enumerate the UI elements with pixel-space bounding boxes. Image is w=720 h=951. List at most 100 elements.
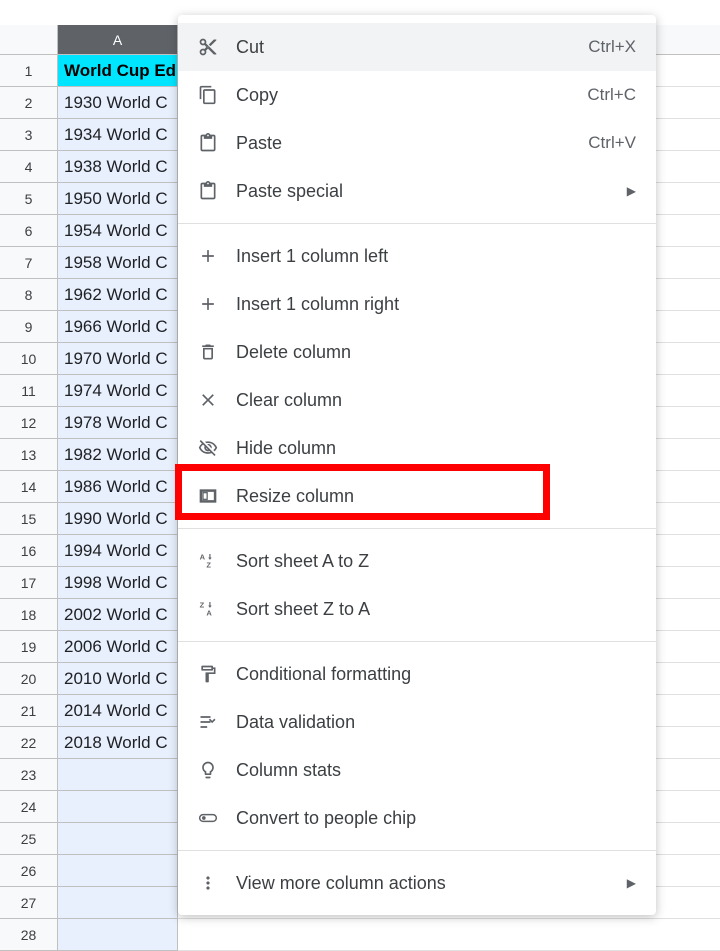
cell[interactable] bbox=[58, 855, 178, 887]
row-header[interactable]: 5 bbox=[0, 183, 58, 215]
cell[interactable]: 1966 World C bbox=[58, 311, 178, 343]
data-validation-icon bbox=[198, 712, 230, 732]
menu-more-column-actions[interactable]: View more column actions ▶ bbox=[178, 859, 656, 907]
menu-column-stats[interactable]: Column stats bbox=[178, 746, 656, 794]
menu-convert-people-chip[interactable]: Convert to people chip bbox=[178, 794, 656, 842]
svg-text:Z: Z bbox=[206, 561, 211, 570]
row-header[interactable]: 9 bbox=[0, 311, 58, 343]
row-header[interactable]: 20 bbox=[0, 663, 58, 695]
svg-text:A: A bbox=[206, 609, 212, 618]
cell[interactable]: 2010 World C bbox=[58, 663, 178, 695]
cell[interactable]: 1974 World C bbox=[58, 375, 178, 407]
row-header[interactable]: 23 bbox=[0, 759, 58, 791]
cell[interactable]: 1962 World C bbox=[58, 279, 178, 311]
menu-shortcut: Ctrl+X bbox=[588, 37, 636, 57]
cell[interactable]: 2018 World C bbox=[58, 727, 178, 759]
menu-paste-special[interactable]: Paste special ▶ bbox=[178, 167, 656, 215]
row-header[interactable]: 16 bbox=[0, 535, 58, 567]
cell-header[interactable]: World Cup Ed bbox=[58, 55, 178, 87]
menu-divider bbox=[178, 641, 656, 642]
menu-sort-az[interactable]: AZ Sort sheet A to Z bbox=[178, 537, 656, 585]
menu-delete-column[interactable]: Delete column bbox=[178, 328, 656, 376]
row-header[interactable]: 14 bbox=[0, 471, 58, 503]
lightbulb-icon bbox=[198, 760, 230, 780]
menu-resize-column[interactable]: Resize column bbox=[178, 472, 656, 520]
table-row: 28 bbox=[0, 919, 720, 951]
cell[interactable]: 1934 World C bbox=[58, 119, 178, 151]
cell[interactable]: 1954 World C bbox=[58, 215, 178, 247]
cell[interactable]: 2002 World C bbox=[58, 599, 178, 631]
cell[interactable]: 2006 World C bbox=[58, 631, 178, 663]
menu-copy[interactable]: Copy Ctrl+C bbox=[178, 71, 656, 119]
row-header[interactable]: 24 bbox=[0, 791, 58, 823]
row-header[interactable]: 22 bbox=[0, 727, 58, 759]
menu-hide-column[interactable]: Hide column bbox=[178, 424, 656, 472]
menu-label: Data validation bbox=[230, 712, 636, 733]
row-header[interactable]: 10 bbox=[0, 343, 58, 375]
select-all-corner[interactable] bbox=[0, 25, 58, 55]
cell[interactable]: 1930 World C bbox=[58, 87, 178, 119]
menu-label: Copy bbox=[230, 85, 587, 106]
cell[interactable] bbox=[58, 759, 178, 791]
row-header[interactable]: 3 bbox=[0, 119, 58, 151]
row-header[interactable]: 28 bbox=[0, 919, 58, 951]
row-header[interactable]: 12 bbox=[0, 407, 58, 439]
row-header[interactable]: 6 bbox=[0, 215, 58, 247]
cell[interactable] bbox=[58, 791, 178, 823]
menu-shortcut: Ctrl+V bbox=[588, 133, 636, 153]
cell[interactable]: 1982 World C bbox=[58, 439, 178, 471]
cell[interactable]: 1958 World C bbox=[58, 247, 178, 279]
row-header[interactable]: 15 bbox=[0, 503, 58, 535]
cell[interactable]: 1978 World C bbox=[58, 407, 178, 439]
menu-sort-za[interactable]: ZA Sort sheet Z to A bbox=[178, 585, 656, 633]
row-header[interactable]: 7 bbox=[0, 247, 58, 279]
menu-insert-column-left[interactable]: Insert 1 column left bbox=[178, 232, 656, 280]
submenu-arrow-icon: ▶ bbox=[627, 184, 636, 198]
menu-label: Hide column bbox=[230, 438, 636, 459]
menu-clear-column[interactable]: Clear column bbox=[178, 376, 656, 424]
cell[interactable]: 1950 World C bbox=[58, 183, 178, 215]
menu-insert-column-right[interactable]: Insert 1 column right bbox=[178, 280, 656, 328]
people-chip-icon bbox=[198, 808, 230, 828]
row-header[interactable]: 18 bbox=[0, 599, 58, 631]
cell[interactable]: 2014 World C bbox=[58, 695, 178, 727]
cell-empty[interactable] bbox=[178, 919, 720, 951]
row-header[interactable]: 21 bbox=[0, 695, 58, 727]
cell[interactable]: 1998 World C bbox=[58, 567, 178, 599]
menu-label: Insert 1 column left bbox=[230, 246, 636, 267]
menu-cut[interactable]: Cut Ctrl+X bbox=[178, 23, 656, 71]
menu-divider bbox=[178, 528, 656, 529]
column-header-a[interactable]: A bbox=[58, 25, 178, 55]
row-header[interactable]: 17 bbox=[0, 567, 58, 599]
svg-text:A: A bbox=[200, 552, 206, 561]
menu-label: Paste bbox=[230, 133, 588, 154]
cell[interactable] bbox=[58, 919, 178, 951]
row-header[interactable]: 8 bbox=[0, 279, 58, 311]
menu-label: View more column actions bbox=[230, 873, 627, 894]
menu-label: Column stats bbox=[230, 760, 636, 781]
row-header[interactable]: 2 bbox=[0, 87, 58, 119]
row-header[interactable]: 19 bbox=[0, 631, 58, 663]
cell[interactable]: 1970 World C bbox=[58, 343, 178, 375]
cell[interactable]: 1986 World C bbox=[58, 471, 178, 503]
menu-label: Sort sheet Z to A bbox=[230, 599, 636, 620]
row-header[interactable]: 27 bbox=[0, 887, 58, 919]
menu-conditional-formatting[interactable]: Conditional formatting bbox=[178, 650, 656, 698]
cell[interactable]: 1994 World C bbox=[58, 535, 178, 567]
trash-icon bbox=[198, 342, 230, 362]
cell[interactable]: 1938 World C bbox=[58, 151, 178, 183]
menu-data-validation[interactable]: Data validation bbox=[178, 698, 656, 746]
cell[interactable] bbox=[58, 887, 178, 919]
row-header[interactable]: 25 bbox=[0, 823, 58, 855]
row-header[interactable]: 26 bbox=[0, 855, 58, 887]
cell[interactable]: 1990 World C bbox=[58, 503, 178, 535]
menu-label: Insert 1 column right bbox=[230, 294, 636, 315]
row-header[interactable]: 13 bbox=[0, 439, 58, 471]
row-header[interactable]: 11 bbox=[0, 375, 58, 407]
resize-icon bbox=[198, 486, 230, 506]
cell[interactable] bbox=[58, 823, 178, 855]
row-header[interactable]: 1 bbox=[0, 55, 58, 87]
copy-icon bbox=[198, 85, 230, 105]
row-header[interactable]: 4 bbox=[0, 151, 58, 183]
menu-paste[interactable]: Paste Ctrl+V bbox=[178, 119, 656, 167]
